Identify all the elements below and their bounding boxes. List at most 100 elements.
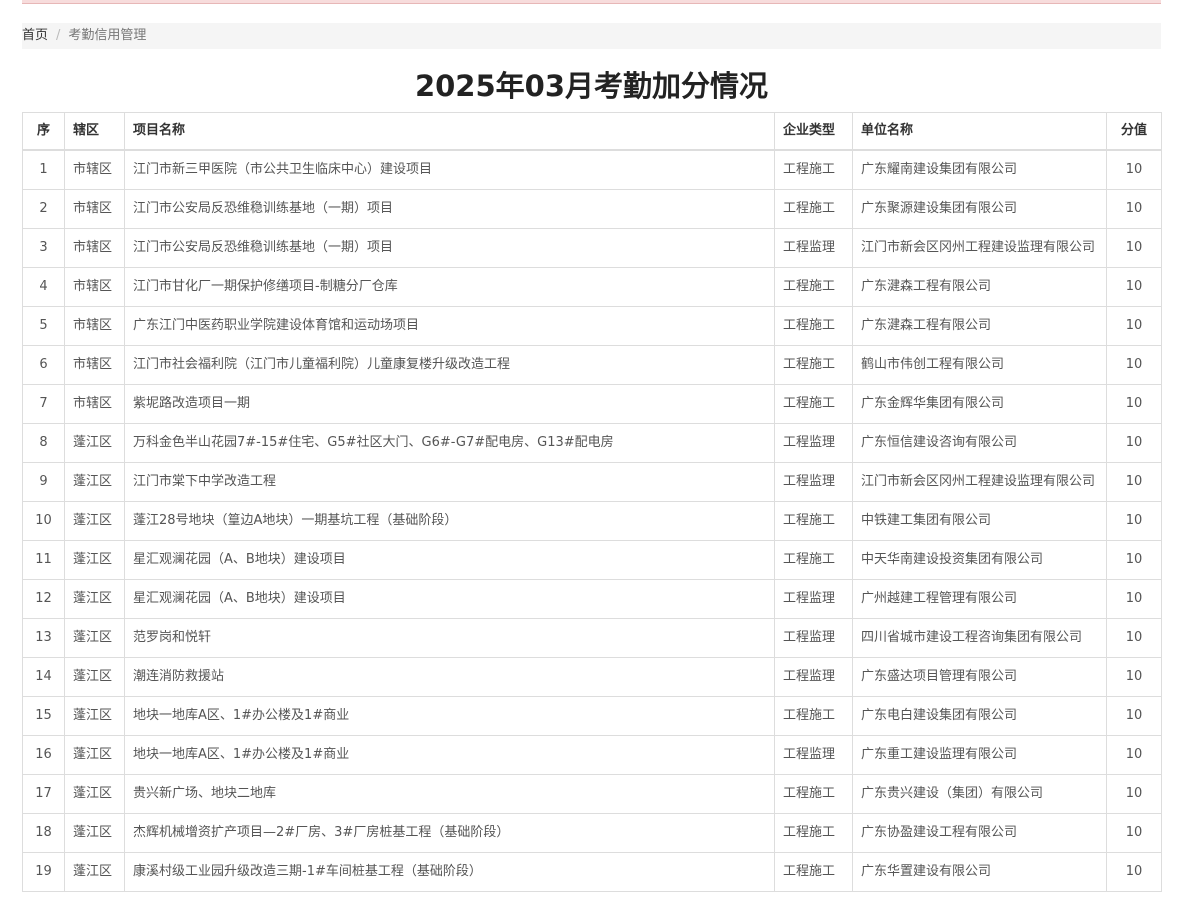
cell-seq: 11	[22, 540, 65, 580]
cell-company: 广东恒信建设咨询有限公司	[852, 423, 1107, 463]
table-row: 16 蓬江区 地块一地库A区、1#办公楼及1#商业 工程监理 广东重工建设监理有限公司 1…	[22, 735, 1162, 775]
cell-company: 鹤山市伟创工程有限公司	[852, 345, 1107, 385]
cell-company: 广东贵兴建设（集团）有限公司	[852, 774, 1107, 814]
cell-company: 广东重工建设监理有限公司	[852, 735, 1107, 775]
cell-type: 工程监理	[774, 579, 853, 619]
cell-type: 工程施工	[774, 540, 853, 580]
cell-district: 市辖区	[64, 384, 125, 424]
table-row: 11 蓬江区 星汇观澜花园（A、B地块）建设项目 工程施工 中天华南建设投资集团有限公司…	[22, 540, 1162, 580]
table-body: 1 市辖区 江门市新三甲医院（市公共卫生临床中心）建设项目 工程施工 广东耀南建设集团有…	[22, 149, 1162, 892]
cell-company: 广东湕森工程有限公司	[852, 267, 1107, 307]
cell-district: 蓬江区	[64, 852, 125, 892]
cell-company: 中铁建工集团有限公司	[852, 501, 1107, 541]
cell-score: 10	[1106, 813, 1162, 853]
table-row: 4 市辖区 江门市甘化厂一期保护修缮项目-制糖分厂仓库 工程施工 广东湕森工程有限公司 1…	[22, 267, 1162, 307]
cell-type: 工程施工	[774, 852, 853, 892]
cell-project: 康溪村级工业园升级改造三期-1#车间桩基工程（基础阶段）	[124, 852, 775, 892]
cell-project: 江门市社会福利院（江门市儿童福利院）儿童康复楼升级改造工程	[124, 345, 775, 385]
table-row: 1 市辖区 江门市新三甲医院（市公共卫生临床中心）建设项目 工程施工 广东耀南建设集团有…	[22, 149, 1162, 190]
cell-company: 江门市新会区冈州工程建设监理有限公司	[852, 228, 1107, 268]
cell-type: 工程监理	[774, 618, 853, 658]
cell-district: 蓬江区	[64, 735, 125, 775]
header-district: 辖区	[64, 112, 125, 151]
cell-seq: 7	[22, 384, 65, 424]
cell-project: 江门市棠下中学改造工程	[124, 462, 775, 502]
cell-type: 工程监理	[774, 735, 853, 775]
cell-district: 市辖区	[64, 189, 125, 229]
cell-seq: 3	[22, 228, 65, 268]
cell-seq: 4	[22, 267, 65, 307]
breadcrumb-current: 考勤信用管理	[68, 28, 147, 43]
cell-district: 蓬江区	[64, 696, 125, 736]
cell-company: 广东聚源建设集团有限公司	[852, 189, 1107, 229]
cell-type: 工程监理	[774, 657, 853, 697]
table-row: 3 市辖区 江门市公安局反恐维稳训练基地（一期）项目 工程监理 江门市新会区冈州工程建设…	[22, 228, 1162, 268]
cell-seq: 10	[22, 501, 65, 541]
cell-score: 10	[1106, 501, 1162, 541]
cell-project: 江门市新三甲医院（市公共卫生临床中心）建设项目	[124, 149, 775, 190]
cell-type: 工程施工	[774, 149, 853, 190]
cell-project: 江门市公安局反恐维稳训练基地（一期）项目	[124, 189, 775, 229]
cell-district: 市辖区	[64, 306, 125, 346]
cell-type: 工程施工	[774, 384, 853, 424]
page-title: 2025年03月考勤加分情况	[414, 69, 769, 103]
table-row: 17 蓬江区 贵兴新广场、地块二地库 工程施工 广东贵兴建设（集团）有限公司 10	[22, 774, 1162, 814]
cell-seq: 5	[22, 306, 65, 346]
cell-company: 广东金辉华集团有限公司	[852, 384, 1107, 424]
cell-seq: 18	[22, 813, 65, 853]
cell-seq: 17	[22, 774, 65, 814]
cell-company: 广州越建工程管理有限公司	[852, 579, 1107, 619]
cell-project: 地块一地库A区、1#办公楼及1#商业	[124, 696, 775, 736]
cell-company: 广东盛达项目管理有限公司	[852, 657, 1107, 697]
cell-seq: 15	[22, 696, 65, 736]
breadcrumb-separator: /	[56, 28, 61, 43]
cell-type: 工程施工	[774, 189, 853, 229]
cell-project: 范罗岗和悦轩	[124, 618, 775, 658]
cell-type: 工程施工	[774, 501, 853, 541]
cell-score: 10	[1106, 540, 1162, 580]
cell-project: 地块一地库A区、1#办公楼及1#商业	[124, 735, 775, 775]
cell-score: 10	[1106, 306, 1162, 346]
table-row: 8 蓬江区 万科金色半山花园7#-15#住宅、G5#社区大门、G6#-G7#配电房、…	[22, 423, 1162, 463]
cell-district: 市辖区	[64, 149, 125, 190]
cell-district: 蓬江区	[64, 579, 125, 619]
cell-type: 工程监理	[774, 228, 853, 268]
cell-district: 蓬江区	[64, 774, 125, 814]
table-row: 15 蓬江区 地块一地库A区、1#办公楼及1#商业 工程施工 广东电白建设集团有限公司 1…	[22, 696, 1162, 736]
cell-score: 10	[1106, 618, 1162, 658]
cell-company: 广东电白建设集团有限公司	[852, 696, 1107, 736]
cell-type: 工程监理	[774, 462, 853, 502]
cell-type: 工程施工	[774, 696, 853, 736]
table-row: 7 市辖区 紫坭路改造项目一期 工程施工 广东金辉华集团有限公司 10	[22, 384, 1162, 424]
cell-seq: 14	[22, 657, 65, 697]
cell-seq: 13	[22, 618, 65, 658]
table-row: 2 市辖区 江门市公安局反恐维稳训练基地（一期）项目 工程施工 广东聚源建设集团有限公司…	[22, 189, 1162, 229]
cell-score: 10	[1106, 345, 1162, 385]
cell-district: 市辖区	[64, 345, 125, 385]
cell-score: 10	[1106, 228, 1162, 268]
cell-score: 10	[1106, 852, 1162, 892]
cell-seq: 1	[22, 149, 65, 190]
cell-seq: 6	[22, 345, 65, 385]
cell-score: 10	[1106, 696, 1162, 736]
breadcrumb-home-link[interactable]: 首页	[22, 28, 48, 43]
cell-type: 工程施工	[774, 774, 853, 814]
table-header-row: 序 辖区 项目名称 企业类型 单位名称 分值	[22, 112, 1162, 151]
cell-project: 紫坭路改造项目一期	[124, 384, 775, 424]
cell-type: 工程施工	[774, 813, 853, 853]
table-row: 6 市辖区 江门市社会福利院（江门市儿童福利院）儿童康复楼升级改造工程 工程施工 鹤山市…	[22, 345, 1162, 385]
cell-seq: 8	[22, 423, 65, 463]
cell-project: 江门市甘化厂一期保护修缮项目-制糖分厂仓库	[124, 267, 775, 307]
cell-company: 中天华南建设投资集团有限公司	[852, 540, 1107, 580]
cell-seq: 9	[22, 462, 65, 502]
table-row: 18 蓬江区 杰辉机械增资扩产项目—2#厂房、3#厂房桩基工程（基础阶段） 工程施工广…	[22, 813, 1162, 853]
attendance-score-table: 序 辖区 项目名称 企业类型 单位名称 分值 1 市辖区 江门市新三甲医院（市公共卫…	[22, 112, 1162, 892]
breadcrumb: 首页 / 考勤信用管理	[22, 23, 1161, 49]
cell-district: 蓬江区	[64, 657, 125, 697]
cell-project: 蓬江28号地块（篁边A地块）一期基坑工程（基础阶段）	[124, 501, 775, 541]
cell-project: 江门市公安局反恐维稳训练基地（一期）项目	[124, 228, 775, 268]
cell-project: 贵兴新广场、地块二地库	[124, 774, 775, 814]
table-row: 14 蓬江区 潮连消防救援站 工程监理 广东盛达项目管理有限公司 10	[22, 657, 1162, 697]
table-row: 13 蓬江区 范罗岗和悦轩 工程监理 四川省城市建设工程咨询集团有限公司 10	[22, 618, 1162, 658]
cell-type: 工程施工	[774, 345, 853, 385]
